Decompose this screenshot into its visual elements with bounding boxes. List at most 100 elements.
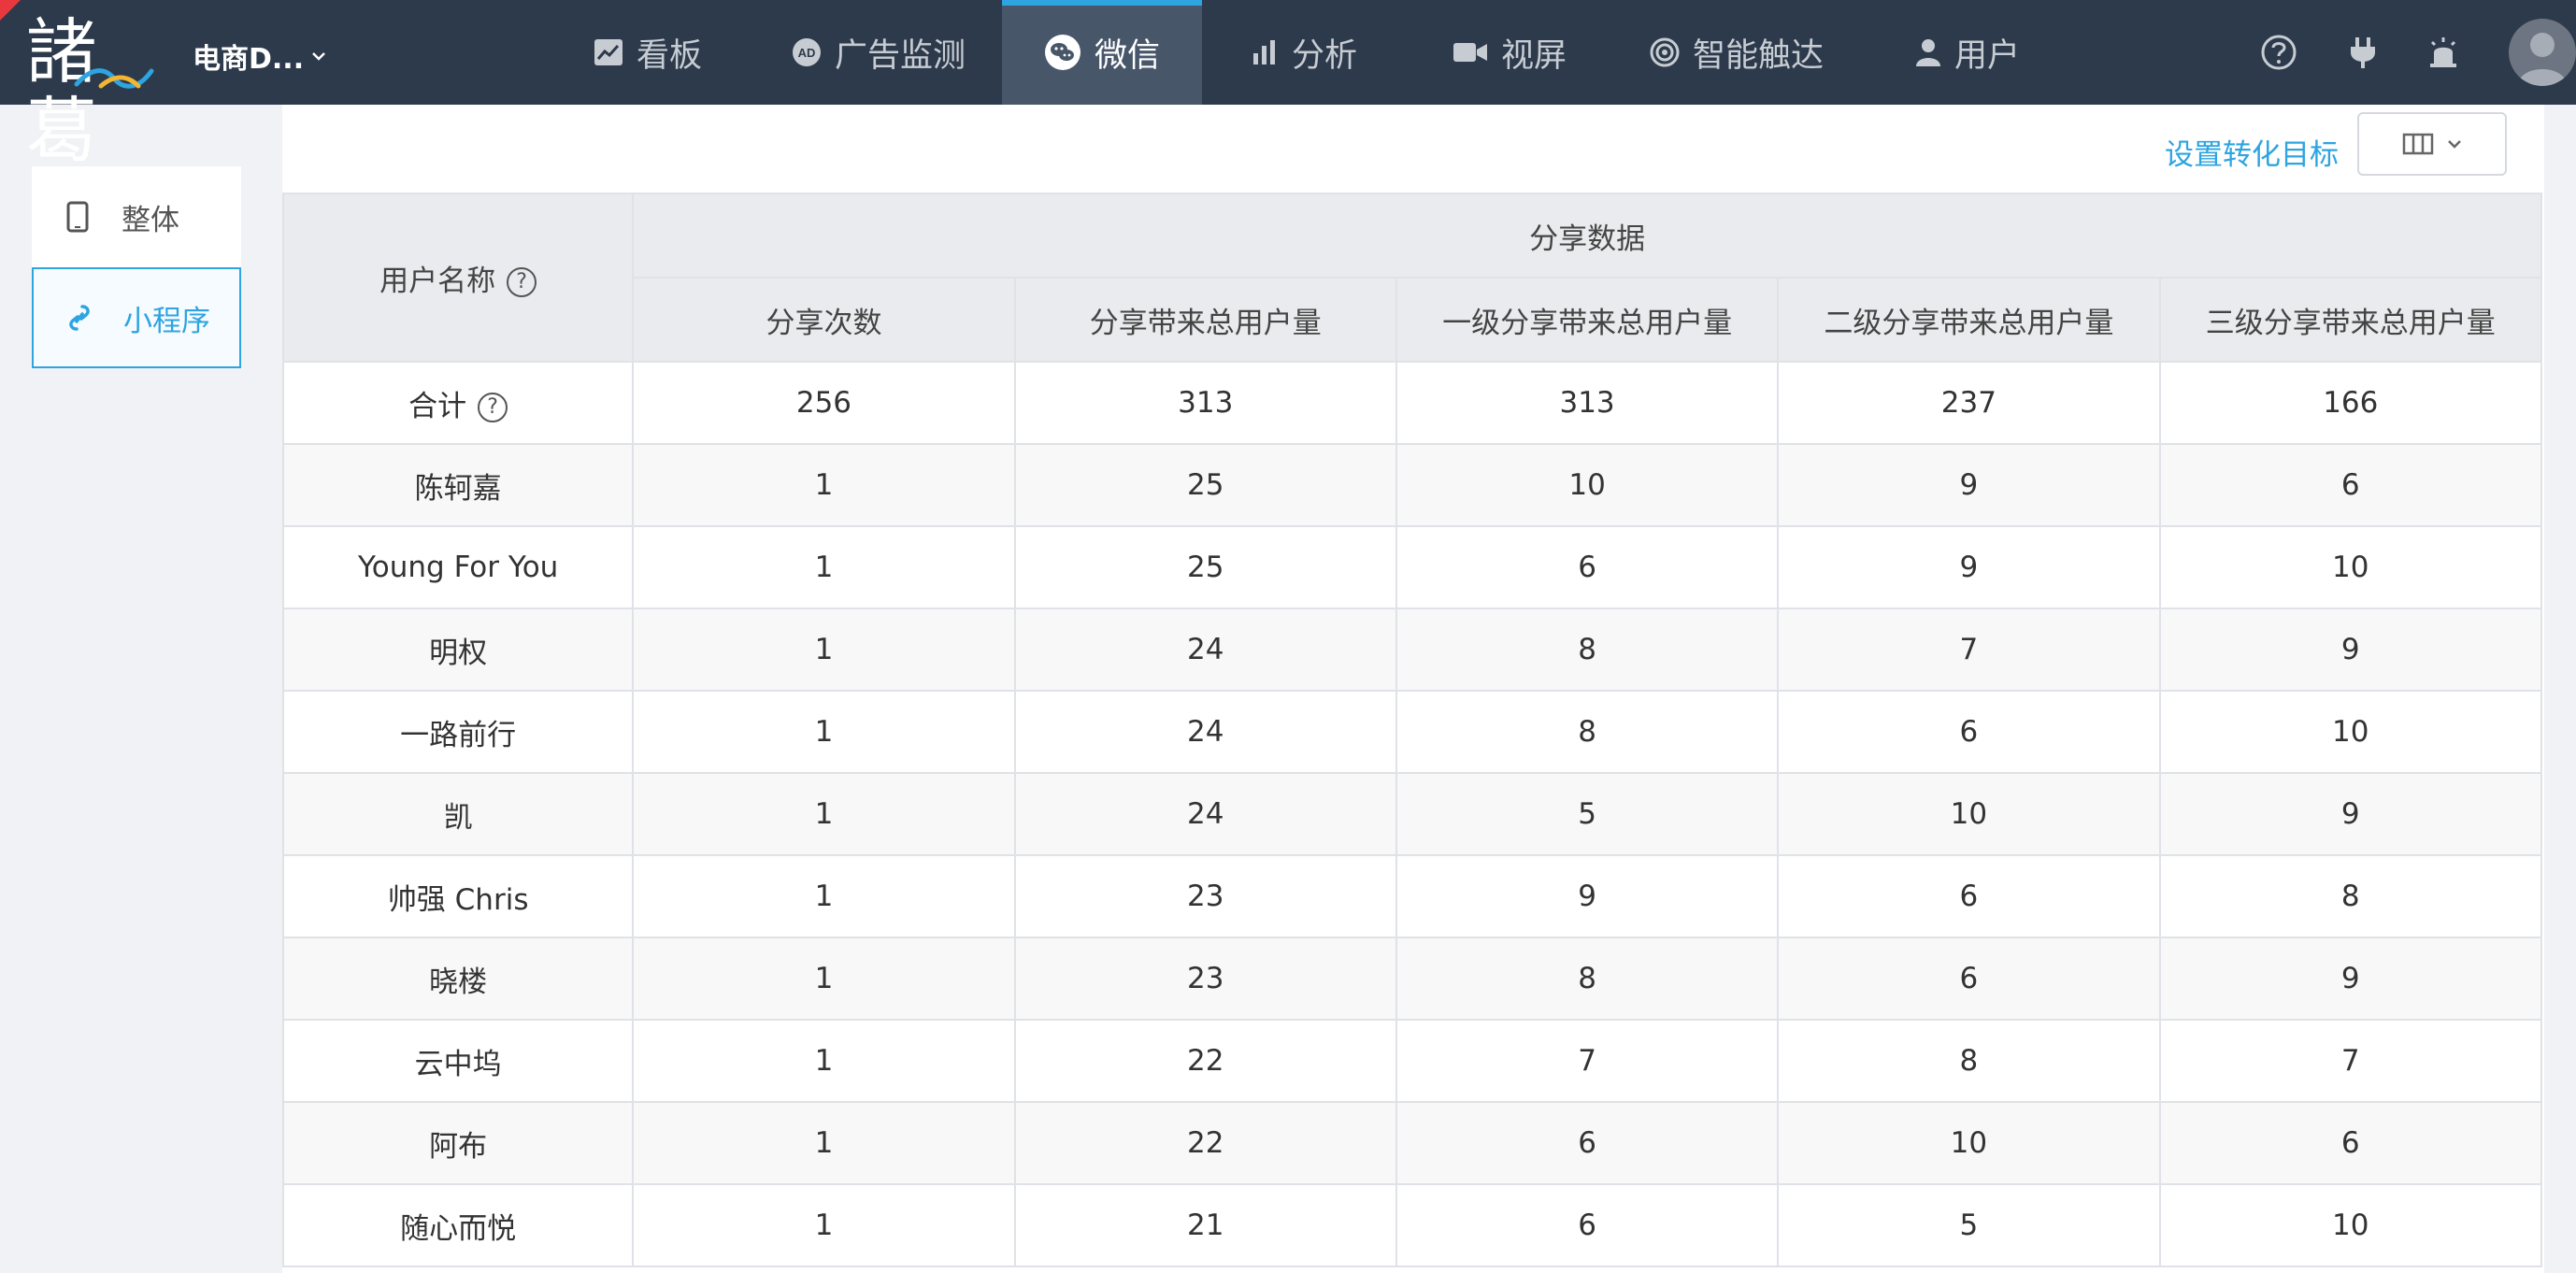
avatar[interactable] [2509, 19, 2576, 86]
corner-flag [0, 0, 21, 21]
table-row[interactable]: 帅强 Chris 1 23 9 6 8 [281, 854, 2543, 938]
user-name-header: 用户名称? [281, 193, 635, 363]
user-name-cell[interactable]: 晓楼 [281, 937, 635, 1021]
table-cell: 1 [632, 443, 1016, 527]
chart-icon [594, 38, 623, 66]
table-cell: 9 [1395, 854, 1780, 938]
nav-item-dashboard[interactable]: 看板 [568, 0, 727, 105]
table-row[interactable]: 凯 1 24 5 10 9 [281, 772, 2543, 856]
table-cell: 7 [1777, 608, 2161, 692]
table-row[interactable]: 明权 1 24 8 7 9 [281, 608, 2543, 692]
wechat-icon [1044, 34, 1081, 71]
nav-item-users[interactable]: 用户 [1907, 0, 2028, 105]
table-row[interactable]: 随心而悦 1 21 6 5 10 [281, 1183, 2543, 1267]
table-cell: 6 [2158, 443, 2543, 527]
logo-swoosh-icon [74, 68, 154, 89]
table-cell: 1 [632, 690, 1016, 774]
table-row[interactable]: 陈轲嘉 1 25 10 9 6 [281, 443, 2543, 527]
table-cell: 8 [1395, 937, 1780, 1021]
table-cell: 237 [1777, 361, 2161, 445]
columns-icon [2402, 133, 2434, 155]
nav-label: 微信 [1094, 36, 1160, 75]
table-cell: 1 [632, 937, 1016, 1021]
table-cell: 6 [1395, 525, 1780, 609]
table-cell: 22 [1013, 1101, 1397, 1185]
alarm-icon[interactable] [2423, 32, 2464, 73]
plug-icon[interactable] [2342, 32, 2383, 73]
bar-chart-icon [1251, 38, 1279, 66]
user-name-cell[interactable]: 一路前行 [281, 690, 635, 774]
table-row[interactable]: 一路前行 1 24 8 6 10 [281, 690, 2543, 774]
ad-icon: AD [792, 37, 822, 67]
top-navigation-bar: 諸葛 电商D... 看板 AD 广告监测 微信 分析 视屏 智能触达 用户 [0, 0, 2576, 170]
project-name: 电商D... [193, 43, 305, 76]
table-cell: 6 [1395, 1101, 1780, 1185]
nav-label: 看板 [636, 36, 702, 75]
table-row[interactable]: Young For You 1 25 6 9 10 [281, 525, 2543, 609]
sidebar-item-label: 整体 [122, 203, 179, 237]
user-name-cell[interactable]: 陈轲嘉 [281, 443, 635, 527]
table-cell: 7 [2158, 1019, 2543, 1103]
table-cell: 10 [1395, 443, 1780, 527]
help-icon[interactable]: ? [478, 393, 508, 422]
user-name-cell[interactable]: 随心而悦 [281, 1183, 635, 1267]
nav-item-wechat[interactable]: 微信 [1002, 0, 1202, 105]
table-cell: 313 [1395, 361, 1780, 445]
user-name-cell[interactable]: Young For You [281, 525, 635, 609]
sidebar-item-mini-program[interactable]: 小程序 [32, 267, 241, 368]
table-cell: 166 [2158, 361, 2543, 445]
phone-icon [64, 201, 92, 233]
table-row[interactable]: 晓楼 1 23 8 6 9 [281, 937, 2543, 1021]
share-data-group-header: 分享数据 [632, 193, 2542, 279]
table-cell: 24 [1013, 772, 1397, 856]
set-conversion-goal-link[interactable]: 设置转化目标 [2165, 122, 2339, 189]
nav-label: 用户 [1953, 36, 2020, 75]
table-row[interactable]: 阿布 1 22 6 10 6 [281, 1101, 2543, 1185]
user-name-cell[interactable]: 阿布 [281, 1101, 635, 1185]
total-label-cell: 合计? [281, 361, 635, 445]
table-cell: 1 [632, 1019, 1016, 1103]
share-data-table: 用户名称? 分享数据 分享次数 分享带来总用户量 一级分享带来总用户量 二级分享… [281, 193, 2543, 1267]
table-cell: 25 [1013, 525, 1397, 609]
table-cell: 1 [632, 525, 1016, 609]
column-header-level1-users[interactable]: 一级分享带来总用户量 [1395, 277, 1780, 363]
user-name-cell[interactable]: 明权 [281, 608, 635, 692]
table-cell: 8 [1777, 1019, 2161, 1103]
table-cell: 9 [2158, 608, 2543, 692]
table-cell: 22 [1013, 1019, 1397, 1103]
total-row: 合计? 256 313 313 237 166 [281, 361, 2543, 445]
table-cell: 6 [2158, 1101, 2543, 1185]
nav-item-video[interactable]: 视屏 [1439, 0, 1580, 105]
column-header-share-count[interactable]: 分享次数 [632, 277, 1016, 363]
table-cell: 23 [1013, 854, 1397, 938]
user-name-cell[interactable]: 云中坞 [281, 1019, 635, 1103]
nav-label: 广告监测 [834, 36, 966, 75]
help-icon[interactable] [2258, 32, 2299, 73]
table-cell: 9 [1777, 443, 2161, 527]
table-cell: 5 [1395, 772, 1780, 856]
nav-item-smart-reach[interactable]: 智能触达 [1643, 0, 1830, 105]
column-header-level3-users[interactable]: 三级分享带来总用户量 [2158, 277, 2543, 363]
nav-item-analysis[interactable]: 分析 [1234, 0, 1374, 105]
table-cell: 6 [1395, 1183, 1780, 1267]
table-cell: 10 [2158, 525, 2543, 609]
table-cell: 5 [1777, 1183, 2161, 1267]
user-name-cell[interactable]: 帅强 Chris [281, 854, 635, 938]
table-cell: 23 [1013, 937, 1397, 1021]
user-name-cell[interactable]: 凯 [281, 772, 635, 856]
logo[interactable]: 諸葛 [26, 7, 166, 170]
nav-label: 智能触达 [1692, 36, 1824, 75]
column-header-total-users[interactable]: 分享带来总用户量 [1013, 277, 1397, 363]
table-row[interactable]: 云中坞 1 22 7 8 7 [281, 1019, 2543, 1103]
sidebar-item-overall[interactable]: 整体 [32, 166, 241, 267]
project-selector[interactable]: 电商D... [193, 37, 326, 76]
nav-label: 视屏 [1500, 36, 1567, 75]
table-cell: 10 [2158, 690, 2543, 774]
nav-item-ad-monitoring[interactable]: AD 广告监测 [766, 0, 991, 105]
nav-label: 分析 [1291, 36, 1357, 75]
table-cell: 1 [632, 1183, 1016, 1267]
chevron-down-icon [312, 52, 325, 61]
column-header-level2-users[interactable]: 二级分享带来总用户量 [1777, 277, 2161, 363]
column-settings-button[interactable] [2357, 112, 2507, 176]
help-icon[interactable]: ? [507, 267, 537, 297]
